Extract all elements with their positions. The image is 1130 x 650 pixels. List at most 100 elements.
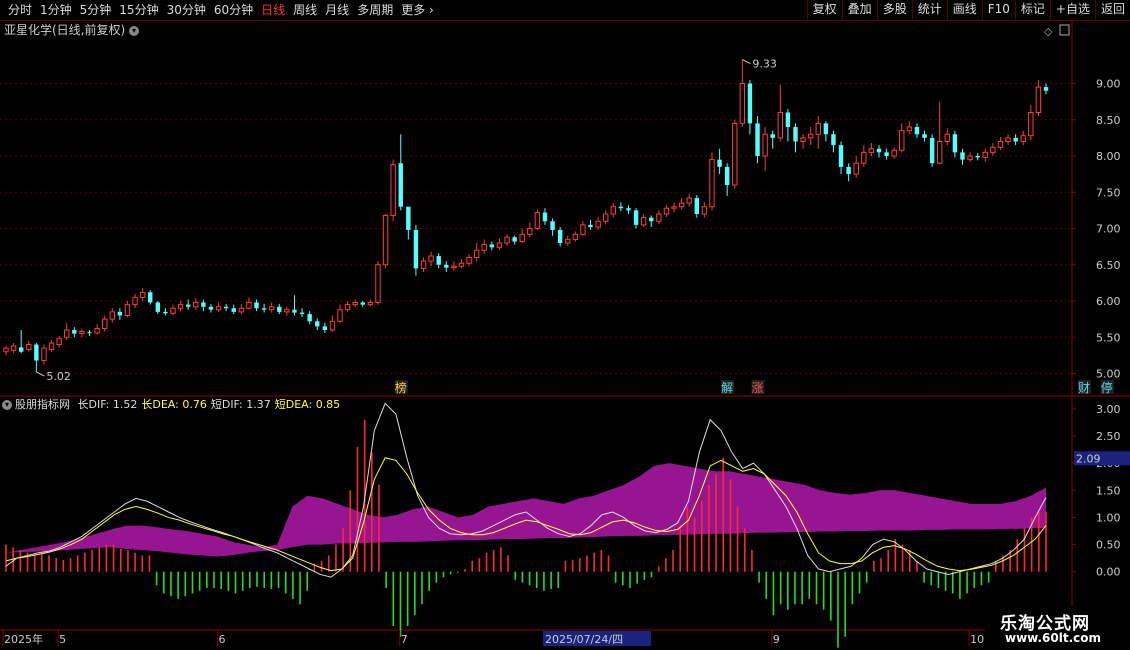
candle-body [94, 328, 100, 334]
low-pointer [36, 371, 45, 377]
candle-body [10, 345, 17, 351]
candle-body [292, 309, 297, 313]
candle-body [694, 198, 700, 214]
indicator-axis-label: 3.00 [1096, 403, 1121, 416]
indicator-axis-label: 0.50 [1096, 539, 1121, 552]
candle-body [109, 311, 115, 320]
candle-body [201, 302, 206, 307]
candle-body [649, 217, 654, 222]
kline-chart[interactable]: 9.00 8.50 8.00 7.50 7.00 6.50 6.00 5.50 5.00 9.33… [0, 0, 1130, 650]
candle-body [793, 127, 798, 142]
indicator-title[interactable]: ▾ 股朋指标网 长DIF: 1.52 长DEA: 0.76 短DIF: 1.37 短DE… [2, 398, 340, 412]
candle-body [3, 347, 9, 353]
time-axis-label: 6 [219, 633, 226, 646]
candle-body [990, 146, 996, 153]
chevron-down-icon[interactable]: ▾ [2, 400, 12, 410]
candle-body [527, 228, 533, 235]
candle-body [284, 309, 290, 313]
price-axis-label: 8.00 [1096, 150, 1121, 163]
candle-body [823, 123, 829, 135]
candle-body [952, 134, 958, 153]
event-marker: 财 [1078, 381, 1090, 395]
candle-body [868, 148, 875, 153]
candle-body [72, 330, 77, 334]
magenta-band [6, 463, 1046, 557]
candle-body [1020, 135, 1026, 142]
candle-body [663, 207, 670, 215]
candle-body [79, 330, 85, 335]
candle-body [975, 156, 980, 158]
candle-body [838, 145, 844, 167]
candle-body [595, 220, 601, 228]
candle-body [777, 112, 784, 139]
candle-body [277, 306, 282, 312]
candle-body [960, 152, 965, 160]
candle-body [254, 302, 259, 309]
indicator-name: 股朋指标网 [15, 398, 70, 411]
indicator-axis-label: 0.00 [1096, 566, 1121, 579]
candle-body [640, 217, 647, 226]
candle-body [163, 311, 168, 314]
candle-body [944, 133, 951, 142]
time-axis-label: 2025/07/24/四 [545, 633, 623, 646]
price-axis-label: 5.50 [1096, 331, 1121, 344]
candle-body [550, 221, 555, 230]
indicator-axis-label: 2.50 [1096, 430, 1121, 443]
candle-body [800, 137, 806, 142]
time-axis-label: 10 [970, 633, 984, 646]
candle-body [315, 321, 320, 327]
price-axis-label: 6.50 [1096, 259, 1121, 272]
candle-body [755, 123, 760, 156]
candle-body [967, 155, 973, 161]
candle-body [34, 344, 39, 361]
candle-body [997, 141, 1004, 148]
watermark: 乐淘公式网 www.60lt.com [985, 606, 1130, 650]
candle-body [436, 256, 441, 265]
candle-body [747, 83, 753, 124]
candle-body [261, 308, 267, 310]
candle-body [496, 242, 503, 248]
candle-body [588, 224, 593, 228]
candle-body [170, 307, 176, 314]
candle-body [101, 318, 108, 330]
candle-body [117, 311, 123, 316]
candle-body [929, 137, 935, 164]
candle-body [504, 236, 510, 244]
candle-body [185, 304, 191, 307]
price-axis-label: 9.00 [1096, 78, 1121, 91]
event-marker: 榜 [395, 380, 407, 395]
event-marker: 解 [721, 381, 733, 395]
candle-body [246, 301, 252, 309]
candle-body [656, 213, 662, 222]
price-axis-label: 7.00 [1096, 223, 1121, 236]
candle-body [466, 257, 472, 264]
candle-body [489, 244, 495, 248]
candle-body [406, 206, 411, 230]
candle-body [724, 166, 730, 185]
candle-body [922, 134, 927, 138]
candle-body [846, 166, 851, 175]
candle-body [701, 206, 708, 215]
candle-body [519, 233, 525, 243]
candle-body [1005, 137, 1011, 142]
candle-body [48, 342, 55, 351]
candle-body [899, 130, 905, 151]
candle-body [139, 291, 146, 298]
indicator-field: 长DEA: 0.76 [141, 398, 207, 411]
candle-body [512, 237, 517, 242]
candle-body [557, 229, 563, 243]
candle-body [906, 126, 913, 132]
diamond-icon: ◇ [1044, 25, 1053, 38]
candle-body [177, 304, 184, 309]
candle-body [337, 309, 343, 322]
candle-body [215, 306, 222, 311]
candle-body [155, 302, 161, 312]
candle-body [41, 347, 47, 361]
candle-body [572, 233, 579, 240]
candle-body [891, 149, 897, 157]
candle-body [1013, 137, 1018, 142]
high-label: 9.33 [752, 58, 777, 71]
candle-body [352, 301, 358, 306]
candle-body [322, 326, 328, 330]
candle-body [565, 238, 571, 244]
